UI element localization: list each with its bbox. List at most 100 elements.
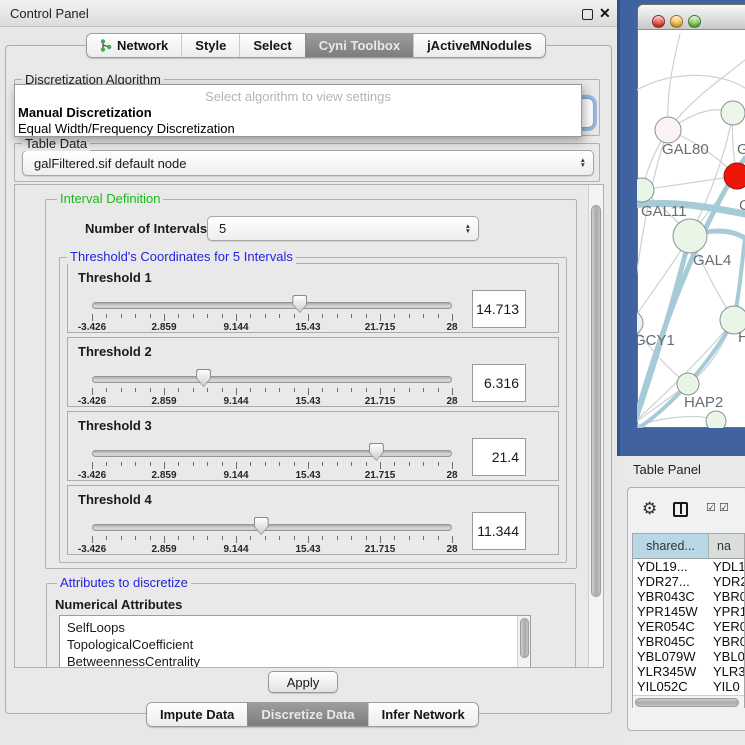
network-edge[interactable] bbox=[631, 130, 668, 323]
tick-label: -3.426 bbox=[78, 396, 106, 407]
tick-label: 28 bbox=[446, 544, 457, 555]
tick-label: -3.426 bbox=[78, 322, 106, 333]
minor-tick bbox=[250, 314, 251, 318]
list-scrollbar[interactable] bbox=[517, 616, 530, 668]
threshold-slider-track[interactable] bbox=[92, 376, 452, 383]
table-cell: YER0 bbox=[709, 619, 745, 634]
threshold-slider-track[interactable] bbox=[92, 302, 452, 309]
table-data-value: galFiltered.sif default node bbox=[34, 151, 186, 176]
tab-network[interactable]: Network bbox=[87, 34, 181, 57]
table-row[interactable]: YDL19...YDL1 bbox=[633, 559, 745, 574]
network-node[interactable] bbox=[706, 411, 726, 431]
table-row[interactable]: YPR145WYPR1 bbox=[633, 604, 745, 619]
network-node-label: GAL4 bbox=[693, 252, 731, 269]
minor-tick bbox=[150, 536, 151, 540]
threshold-value-field[interactable]: 6.316 bbox=[472, 364, 526, 402]
split-columns-icon[interactable] bbox=[673, 502, 688, 517]
network-edge[interactable] bbox=[668, 34, 680, 130]
dropdown-option-manual-discretization[interactable]: Manual Discretization bbox=[15, 105, 581, 121]
threshold-slider-thumb[interactable] bbox=[254, 517, 269, 535]
minor-tick bbox=[193, 388, 194, 392]
threshold-value-field[interactable]: 11.344 bbox=[472, 512, 526, 550]
table-h-scrollbar[interactable] bbox=[633, 695, 745, 708]
table-column-header[interactable]: shared... bbox=[633, 534, 709, 559]
minor-tick bbox=[351, 462, 352, 466]
minor-tick bbox=[409, 462, 410, 466]
threshold-value-field[interactable]: 14.713 bbox=[472, 290, 526, 328]
network-node-label: GA bbox=[737, 141, 745, 158]
major-tick bbox=[164, 388, 165, 395]
select-all-columns-icon[interactable]: ☑ bbox=[719, 501, 729, 514]
minor-tick bbox=[366, 314, 367, 318]
table-row[interactable]: YDR27...YDR2 bbox=[633, 574, 745, 589]
threshold-slider-thumb[interactable] bbox=[292, 295, 307, 313]
bottom-tab-discretize-data[interactable]: Discretize Data bbox=[247, 703, 367, 726]
dropdown-option-equal-width-frequency[interactable]: Equal Width/Frequency Discretization bbox=[15, 121, 581, 137]
list-scrollbar-thumb[interactable] bbox=[520, 618, 529, 658]
settings-scrollbar-thumb[interactable] bbox=[591, 205, 601, 597]
dropdown-placeholder: Select algorithm to view settings bbox=[15, 88, 581, 105]
table-column-header[interactable]: na bbox=[709, 534, 745, 559]
network-edge[interactable] bbox=[642, 176, 737, 190]
attribute-list-item[interactable]: BetweennessCentrality bbox=[60, 653, 530, 668]
settings-scrollbar[interactable] bbox=[588, 185, 603, 667]
major-tick bbox=[308, 388, 309, 395]
attribute-list-item[interactable]: SelfLoops bbox=[60, 619, 530, 636]
minor-tick bbox=[250, 536, 251, 540]
bottom-tab-impute-data[interactable]: Impute Data bbox=[147, 703, 247, 726]
network-edge[interactable] bbox=[628, 75, 745, 95]
tick-label: 15.43 bbox=[295, 470, 320, 481]
major-tick bbox=[164, 462, 165, 469]
network-node-ga[interactable] bbox=[721, 101, 745, 125]
threshold-slider-track[interactable] bbox=[92, 450, 452, 457]
numerical-attributes-label: Numerical Attributes bbox=[55, 597, 182, 612]
network-node-gal4[interactable] bbox=[673, 219, 707, 253]
table-row[interactable]: YBR043CYBR0 bbox=[633, 589, 745, 604]
threshold-slider-thumb[interactable] bbox=[369, 443, 384, 461]
tab-cyni-toolbox[interactable]: Cyni Toolbox bbox=[305, 34, 413, 57]
table-row[interactable]: YER054CYER0 bbox=[633, 619, 745, 634]
table-row[interactable]: YLR345WYLR3 bbox=[633, 664, 745, 679]
stepper-arrows-icon: ▲▼ bbox=[580, 158, 586, 168]
bottom-tab-infer-network[interactable]: Infer Network bbox=[368, 703, 478, 726]
minor-tick bbox=[322, 536, 323, 540]
network-node-c[interactable] bbox=[724, 163, 745, 189]
table-h-scrollbar-thumb[interactable] bbox=[635, 698, 739, 707]
minor-tick bbox=[394, 462, 395, 466]
control-panel-titlebar bbox=[0, 0, 617, 27]
tab-select[interactable]: Select bbox=[239, 34, 304, 57]
apply-button[interactable]: Apply bbox=[268, 671, 338, 693]
minor-tick bbox=[178, 462, 179, 466]
tick-label: 2.859 bbox=[151, 322, 176, 333]
numerical-attributes-list[interactable]: SelfLoopsTopologicalCoefficientBetweenne… bbox=[59, 615, 531, 668]
minor-tick bbox=[294, 314, 295, 318]
minor-tick bbox=[294, 462, 295, 466]
threshold-slider-thumb[interactable] bbox=[196, 369, 211, 387]
table-row[interactable]: YBL079WYBL0 bbox=[633, 649, 745, 664]
select-columns-icon[interactable]: ☑ bbox=[706, 501, 716, 514]
threshold-slider-track[interactable] bbox=[92, 524, 452, 531]
network-node-gal80[interactable] bbox=[655, 117, 681, 143]
major-tick bbox=[92, 462, 93, 469]
tick-label: 9.144 bbox=[223, 470, 248, 481]
gear-icon[interactable]: ⚙ bbox=[642, 499, 657, 519]
close-icon[interactable]: ✕ bbox=[599, 5, 611, 22]
minor-tick bbox=[222, 388, 223, 392]
tick-label: 21.715 bbox=[365, 470, 396, 481]
tab-style[interactable]: Style bbox=[181, 34, 239, 57]
table-data-combobox[interactable]: galFiltered.sif default node ▲▼ bbox=[22, 150, 594, 176]
major-tick bbox=[308, 314, 309, 321]
table-row[interactable]: YBR045CYBR0 bbox=[633, 634, 745, 649]
network-node-gal11[interactable] bbox=[630, 178, 654, 202]
threshold-panel-1: Threshold 1-3.4262.8599.14415.4321.71528… bbox=[67, 263, 559, 333]
network-canvas[interactable]: GAL80GACGAL11GAL4GCY1HHAP2 bbox=[620, 0, 745, 455]
number-of-intervals-combobox[interactable]: 5 ▲▼ bbox=[207, 216, 479, 241]
table-row[interactable]: YIL052CYIL0 bbox=[633, 679, 745, 694]
attribute-list-item[interactable]: TopologicalCoefficient bbox=[60, 636, 530, 653]
minor-tick bbox=[351, 314, 352, 318]
minor-tick bbox=[279, 462, 280, 466]
threshold-value-field[interactable]: 21.4 bbox=[472, 438, 526, 476]
tab-jactivemnodules[interactable]: jActiveMNodules bbox=[413, 34, 545, 57]
float-window-icon[interactable] bbox=[582, 9, 593, 20]
network-node-hap2[interactable] bbox=[677, 373, 699, 395]
